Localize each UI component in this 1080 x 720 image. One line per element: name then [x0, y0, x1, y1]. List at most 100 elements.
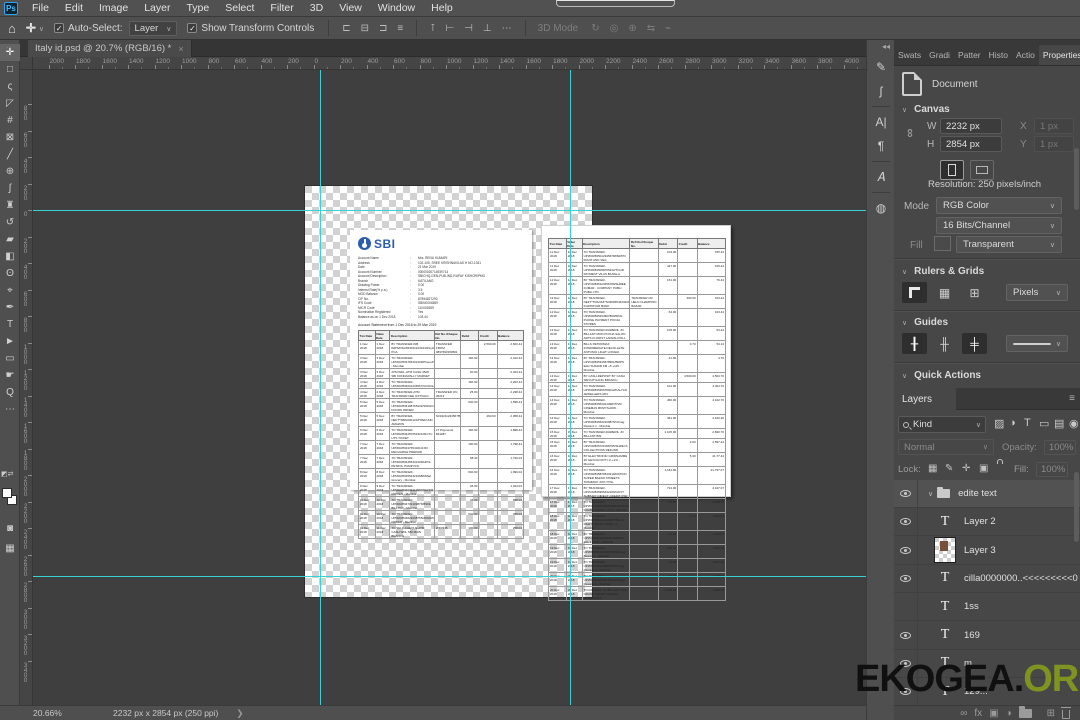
3d-panel-icon[interactable]: ◍	[867, 196, 895, 220]
bit-depth-dropdown[interactable]: 16 Bits/Channel ∨	[936, 217, 1062, 234]
statement-page-1[interactable]: SBI Account Name: Mrs. RENU KUMARI Address…	[350, 230, 532, 539]
layer-name[interactable]: Layer 2	[964, 516, 996, 527]
zoom-tool[interactable]: Q	[0, 384, 20, 401]
toggle-rulers-button[interactable]	[902, 282, 927, 303]
brushes-icon[interactable]: ʃ	[867, 79, 895, 103]
swap-colors-icon[interactable]: ◩⇄	[1, 470, 17, 480]
eye-icon[interactable]	[900, 631, 911, 639]
home-icon[interactable]: ⌂	[8, 21, 16, 36]
tab-properties[interactable]: Properties	[1038, 45, 1080, 65]
glyphs-panel-icon[interactable]: 𝐴	[867, 165, 895, 189]
lock-position-icon[interactable]: ✛	[962, 463, 970, 474]
show-transform-checkbox[interactable]: ✓	[187, 23, 198, 33]
auto-select-target-dropdown[interactable]: Layer ∨	[128, 20, 178, 36]
menu-file[interactable]: File	[24, 0, 57, 17]
healing-brush-tool[interactable]: ⊕	[0, 163, 20, 180]
tool-preset-caret-icon[interactable]: ∨	[39, 25, 44, 33]
delete-layer-icon[interactable]	[1061, 706, 1071, 719]
lock-transparent-pixels-icon[interactable]: ▦	[928, 463, 937, 474]
horizontal-ruler[interactable]: 2000 1800 1600 1400 1200 1000 800 600 400 200 0 200…	[33, 57, 866, 70]
lock-artboard-icon[interactable]: ▣	[979, 463, 988, 474]
blur-tool[interactable]: ʘ	[0, 265, 20, 282]
portrait-orientation-button[interactable]	[940, 160, 964, 180]
distribute-top-icon[interactable]: ⊺	[430, 23, 435, 34]
brush-settings-icon[interactable]: ✎	[867, 55, 895, 79]
align-left-icon[interactable]: ⊏	[342, 23, 350, 34]
guides-section-header[interactable]: ∨ Guides	[902, 317, 948, 328]
filter-adjustment-layers-icon[interactable]: ◑	[1009, 417, 1016, 429]
expand-panels-icon[interactable]: ◂◂	[867, 40, 894, 55]
menu-select[interactable]: Select	[217, 0, 262, 17]
tab-histo[interactable]: Histo	[985, 45, 1012, 65]
menu-filter[interactable]: Filter	[262, 0, 301, 17]
eye-icon[interactable]	[900, 574, 911, 582]
visibility-cell[interactable]	[894, 621, 918, 649]
menu-image[interactable]: Image	[91, 0, 136, 17]
snap-to-grid-button[interactable]: ⊞	[962, 282, 987, 303]
document-type-row[interactable]: Document	[902, 72, 978, 96]
vertical-ruler[interactable]: 800 600 400 200 0 200 400 600 800 1000 1200 1400 160…	[20, 70, 33, 705]
layer-name[interactable]: 169	[964, 630, 980, 641]
tab-swats[interactable]: Swats	[894, 45, 925, 65]
landscape-orientation-button[interactable]	[970, 160, 994, 180]
rulers-grids-section-header[interactable]: ∨ Rulers & Grids	[902, 266, 984, 277]
align-top-icon[interactable]: ≡	[397, 23, 403, 34]
gradient-tool[interactable]: ◧	[0, 248, 20, 265]
guide-style-dropdown[interactable]: ∨	[1006, 335, 1068, 352]
layer-name[interactable]: edite text	[958, 488, 997, 499]
filter-toggle-pin-icon[interactable]: ◉	[1069, 417, 1079, 430]
guide-horizontal[interactable]	[33, 576, 866, 577]
layer-thumbnail[interactable]	[934, 537, 956, 564]
dodge-tool[interactable]: ⌖	[0, 282, 20, 299]
screen-mode-icon[interactable]: ▦	[0, 540, 20, 557]
zoom-level-field[interactable]: 20.66%	[33, 708, 93, 718]
layer-effects-icon[interactable]: fx	[974, 708, 982, 719]
color-mode-dropdown[interactable]: RGB Color ∨	[936, 197, 1062, 214]
toggle-guides-button[interactable]: ╂	[902, 333, 927, 354]
layers-scrollbar[interactable]	[1074, 472, 1079, 542]
quick-mask-icon[interactable]: ◙	[0, 520, 20, 537]
layer-name[interactable]: Layer 3	[964, 545, 996, 556]
eye-icon[interactable]	[900, 546, 911, 554]
distribute-middle-icon[interactable]: ⊢	[445, 23, 454, 34]
menu-3d[interactable]: 3D	[302, 0, 331, 17]
new-group-icon[interactable]	[1018, 706, 1032, 718]
distribute-left-icon[interactable]: ⊥	[483, 23, 492, 34]
clone-stamp-tool[interactable]: ♜	[0, 197, 20, 214]
layer-row[interactable]: Layer 3	[894, 536, 1080, 565]
layer-name[interactable]: cilla0000000..<<<<<<<<<0 d	[964, 573, 1080, 584]
paragraph-panel-icon[interactable]: ¶	[867, 134, 895, 158]
layer-name[interactable]: 1ss	[964, 601, 979, 612]
eyedropper-tool[interactable]: ╱	[0, 146, 20, 163]
frame-tool[interactable]: ⊠	[0, 129, 20, 146]
menu-layer[interactable]: Layer	[136, 0, 178, 17]
tab-layers[interactable]: Layers	[894, 388, 956, 410]
path-select-tool[interactable]: ►	[0, 333, 20, 350]
link-layers-icon[interactable]: ∞	[960, 708, 967, 719]
menu-type[interactable]: Type	[178, 0, 217, 17]
guide-horizontal[interactable]	[33, 210, 866, 211]
menu-view[interactable]: View	[331, 0, 370, 17]
visibility-cell[interactable]	[894, 480, 918, 508]
width-field[interactable]: 2232 px	[940, 118, 1002, 134]
fill-swatch[interactable]	[934, 236, 951, 251]
auto-select-checkbox[interactable]: ✓	[54, 23, 65, 33]
visibility-cell[interactable]	[894, 592, 918, 621]
layer-row[interactable]: Tcilla0000000..<<<<<<<<<0 d	[894, 564, 1080, 593]
height-field[interactable]: 2854 px	[940, 136, 1002, 152]
tab-patter[interactable]: Patter	[954, 45, 985, 65]
guide-vertical[interactable]	[570, 70, 571, 705]
eye-icon[interactable]	[900, 490, 911, 497]
filter-type-layers-icon[interactable]: T	[1024, 417, 1031, 429]
lock-image-pixels-icon[interactable]: ✎	[945, 463, 953, 474]
filter-shape-layers-icon[interactable]: ▭	[1039, 417, 1049, 430]
close-tab-icon[interactable]: ×	[178, 44, 183, 54]
eye-icon[interactable]	[900, 518, 911, 526]
toggle-grid-button[interactable]: ▦	[932, 282, 957, 303]
layer-filter-dropdown[interactable]: Kind ∨	[898, 416, 986, 433]
photoshop-logo[interactable]: Ps	[4, 1, 18, 15]
align-right-icon[interactable]: ⊐	[379, 23, 387, 34]
tab-gradi[interactable]: Gradi	[925, 45, 954, 65]
object-selection-tool[interactable]: ◸	[0, 95, 20, 112]
visibility-cell[interactable]	[894, 564, 918, 593]
